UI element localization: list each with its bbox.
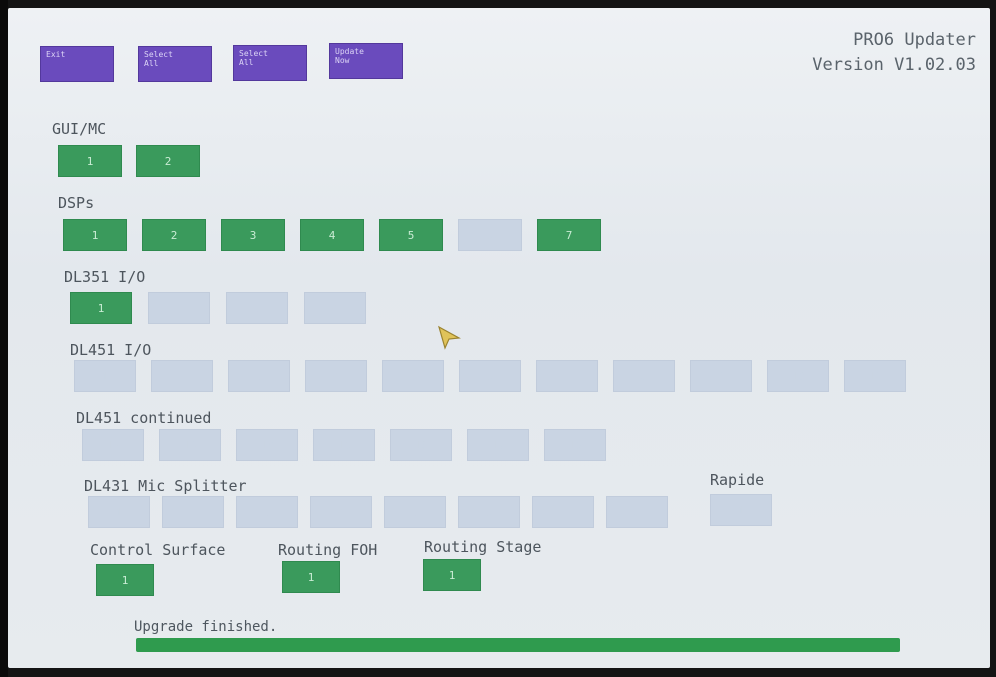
status-text: Upgrade finished. <box>134 619 278 635</box>
select-all-button-2[interactable]: Select All <box>233 45 307 81</box>
dl451-tile-3[interactable]: 3 <box>228 360 290 392</box>
updater-screen: Exit Select All Select All Update Now PR… <box>8 8 990 668</box>
dl451-continued-tile-16[interactable]: 16 <box>390 429 452 461</box>
dsps-tile-7[interactable]: 7 <box>537 219 601 251</box>
app-header: PRO6 Updater Version V1.02.03 <box>812 28 976 78</box>
dl451-tile-2[interactable]: 2 <box>151 360 213 392</box>
dl451-tile-9[interactable]: 9 <box>690 360 752 392</box>
section-label-dsps: DSPs <box>58 194 95 212</box>
exit-button-label: Exit <box>46 50 66 59</box>
dl351-tile-3[interactable]: 3 <box>226 292 288 324</box>
monitor-bezel <box>0 0 8 677</box>
select-all-button-1[interactable]: Select All <box>138 46 212 82</box>
dsps-tile-5[interactable]: 5 <box>379 219 443 251</box>
progress-bar <box>136 638 900 652</box>
dsps-tile-4[interactable]: 4 <box>300 219 364 251</box>
routing-stage-tile-1[interactable]: 1 <box>423 559 481 591</box>
progress-bar-fill <box>136 638 900 652</box>
gui-mc-tile-2[interactable]: 2 <box>136 145 200 177</box>
select-all-button-1-label-2: All <box>144 59 159 68</box>
routing-foh-tile-1[interactable]: 1 <box>282 561 340 593</box>
section-label-control-surface: Control Surface <box>90 541 226 559</box>
dsps-tile-3[interactable]: 3 <box>221 219 285 251</box>
section-label-rapide: Rapide <box>710 471 765 489</box>
dl431-tile-3[interactable]: 3 <box>236 496 298 528</box>
dl451-continued-tile-14[interactable]: 14 <box>236 429 298 461</box>
section-label-routing-foh: Routing FOH <box>278 541 378 559</box>
section-label-dl451-continued: DL451 continued <box>76 409 212 427</box>
dl431-tile-6[interactable]: 6 <box>458 496 520 528</box>
app-title: PRO6 Updater <box>853 30 976 50</box>
select-all-button-1-label: Select <box>144 50 173 59</box>
select-all-button-2-label: Select <box>239 49 268 58</box>
dl451-tile-5[interactable]: 5 <box>382 360 444 392</box>
update-now-button-label-2: Now <box>335 56 350 65</box>
section-label-routing-stage: Routing Stage <box>424 538 542 556</box>
dl351-tile-2[interactable]: 2 <box>148 292 210 324</box>
dl351-tile-1[interactable]: 1 <box>70 292 132 324</box>
dl431-tile-7[interactable]: 7 <box>532 496 594 528</box>
update-now-button-label: Update <box>335 47 364 56</box>
dl431-tile-1[interactable]: 1 <box>88 496 150 528</box>
dl451-tile-10[interactable]: 10 <box>767 360 829 392</box>
dl451-continued-tile-18[interactable]: 18 <box>544 429 606 461</box>
mouse-cursor-icon <box>438 325 461 350</box>
section-label-dl351: DL351 I/O <box>64 268 146 286</box>
dsps-tile-2[interactable]: 2 <box>142 219 206 251</box>
section-label-gui-mc: GUI/MC <box>52 120 107 138</box>
dl451-continued-tile-15[interactable]: 15 <box>313 429 375 461</box>
dl431-tile-4[interactable]: 4 <box>310 496 372 528</box>
dl451-tile-1[interactable]: 1 <box>74 360 136 392</box>
app-version: Version V1.02.03 <box>812 55 976 75</box>
dsps-tile-6[interactable]: 6 <box>458 219 522 251</box>
section-label-dl431: DL431 Mic Splitter <box>84 477 247 495</box>
dl451-tile-11[interactable]: 11 <box>844 360 906 392</box>
dl451-continued-tile-17[interactable]: 17 <box>467 429 529 461</box>
dsps-tile-1[interactable]: 1 <box>63 219 127 251</box>
dl451-tile-7[interactable]: 7 <box>536 360 598 392</box>
select-all-button-2-label-2: All <box>239 58 254 67</box>
gui-mc-tile-1[interactable]: 1 <box>58 145 122 177</box>
control-surface-tile-1[interactable]: 1 <box>96 564 154 596</box>
dl451-tile-6[interactable]: 6 <box>459 360 521 392</box>
update-now-button[interactable]: Update Now <box>329 43 403 79</box>
section-label-dl451: DL451 I/O <box>70 341 152 359</box>
dl451-tile-4[interactable]: 4 <box>305 360 367 392</box>
dl431-tile-5[interactable]: 5 <box>384 496 446 528</box>
dl351-tile-4[interactable]: 4 <box>304 292 366 324</box>
exit-button[interactable]: Exit <box>40 46 114 82</box>
rapide-tile-1[interactable]: 1 <box>710 494 772 526</box>
dl431-tile-2[interactable]: 2 <box>162 496 224 528</box>
dl451-tile-8[interactable]: 8 <box>613 360 675 392</box>
dl431-tile-8[interactable]: 8 <box>606 496 668 528</box>
dl451-continued-tile-13[interactable]: 13 <box>159 429 221 461</box>
dl451-continued-tile-12[interactable]: 12 <box>82 429 144 461</box>
